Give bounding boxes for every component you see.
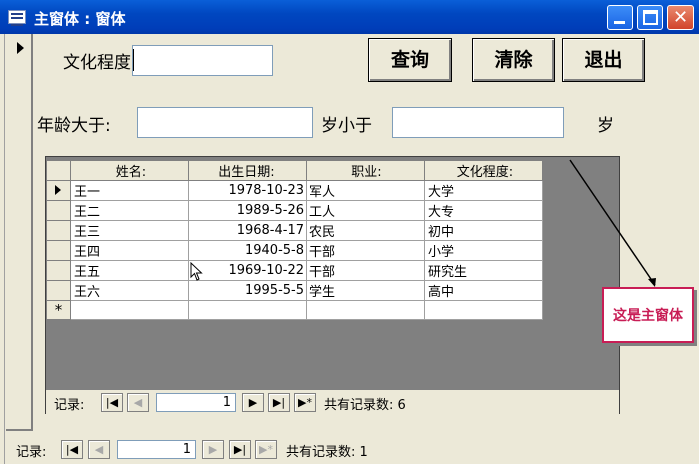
callout-arrow bbox=[569, 159, 656, 287]
callout-arrow-line bbox=[569, 159, 656, 286]
main-form-window: 主窗体 : 窗体 ✕ 文化程度 查询 清除 退出 年龄大于: 岁小于 岁 姓名:… bbox=[0, 0, 699, 464]
callout-arrowhead-icon bbox=[648, 278, 656, 287]
callout-label: 这是主窗体 bbox=[602, 287, 694, 343]
mouse-cursor-icon bbox=[190, 262, 203, 281]
